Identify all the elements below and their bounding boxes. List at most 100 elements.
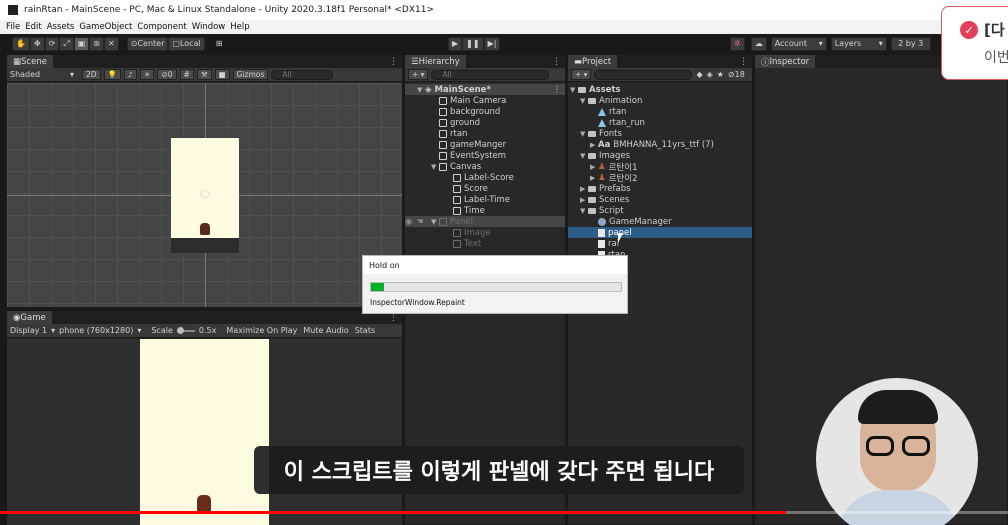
grid-snap-icon[interactable]: ⊞ [213, 37, 226, 51]
project-asset-rtan-sprite-1[interactable]: ▶ ♟ 르탄이1 [568, 161, 752, 173]
shading-mode-dropdown[interactable]: Shaded [10, 70, 70, 79]
cloud-icon[interactable]: ☁ [750, 36, 767, 51]
panel-menu-icon[interactable]: ⋮ [739, 57, 748, 67]
project-folder-script[interactable]: ▼ Script [568, 205, 752, 216]
hierarchy-item-gamemanger[interactable]: gameManger [405, 139, 565, 150]
tab-scene[interactable]: ▦ Scene [7, 55, 53, 68]
mute-audio-toggle[interactable]: Mute Audio [303, 326, 348, 335]
scale-tool-icon[interactable]: ⤢ [59, 36, 74, 51]
custom-tool-icon[interactable]: ✕ [104, 36, 119, 51]
chevron-down-icon[interactable]: ▼ [570, 86, 578, 94]
panel-menu-icon[interactable]: ⋮ [389, 313, 398, 323]
menu-edit[interactable]: Edit [25, 22, 41, 32]
account-dropdown[interactable]: Account ▾ [770, 36, 827, 51]
scene-search-input[interactable]: All [271, 69, 334, 80]
favorite-icon[interactable]: ★ [717, 70, 724, 79]
pivot-center-button[interactable]: ⊙ Center [126, 36, 169, 51]
filter-type-icon[interactable]: ◆ [696, 70, 702, 79]
hierarchy-item-rtan[interactable]: rtan [405, 128, 565, 139]
display-dropdown[interactable]: Display 1 [10, 326, 47, 335]
hidden-packages-icon[interactable]: ⊘18 [728, 70, 745, 79]
transform-tool-icon[interactable]: ⊛ [89, 36, 105, 51]
audio-icon[interactable]: ♪ [123, 69, 137, 80]
project-folder-assets[interactable]: ▼ Assets [568, 84, 752, 95]
move-tool-icon[interactable]: ✥ [29, 36, 45, 51]
project-script-gamemanager[interactable]: GameManager [568, 216, 752, 227]
scale-slider[interactable] [176, 326, 195, 334]
hierarchy-item-label-score[interactable]: Label-Score [405, 172, 565, 183]
game-viewport[interactable] [7, 339, 402, 525]
layout-dropdown[interactable]: 2 by 3 [890, 36, 931, 51]
lighting-icon[interactable]: 💡 [103, 69, 121, 80]
video-progress-track[interactable] [0, 511, 1008, 514]
hierarchy-item-background[interactable]: background [405, 106, 565, 117]
pickable-hand-icon[interactable]: ☚ [416, 217, 431, 227]
chevron-right-icon[interactable]: ▶ [590, 141, 598, 149]
tab-project[interactable]: ▬ Project [568, 55, 618, 68]
hierarchy-item-main-camera[interactable]: Main Camera [405, 95, 565, 106]
project-folder-scenes[interactable]: ▶ Scenes [568, 194, 752, 205]
project-asset-rtan-run[interactable]: rtan_run [568, 117, 752, 128]
notification-toast[interactable]: ✓ [다 이번 [941, 6, 1008, 80]
project-asset-font[interactable]: ▶ Aa BMHANNA_11yrs_ttf (7) [568, 139, 752, 150]
project-script-panel[interactable]: panel [568, 227, 752, 238]
hierarchy-item-score[interactable]: Score [405, 183, 565, 194]
project-folder-animation[interactable]: ▼ Animation [568, 95, 752, 106]
more-icon[interactable]: ⋮ [553, 85, 562, 95]
panel-menu-icon[interactable]: ⋮ [389, 57, 398, 67]
hierarchy-item-text[interactable]: Text [405, 238, 565, 249]
chevron-right-icon[interactable]: ▶ [590, 163, 598, 171]
hierarchy-item-canvas[interactable]: ▼ Canvas [405, 161, 565, 172]
rotate-tool-icon[interactable]: ⟳ [44, 36, 60, 51]
slider-handle[interactable] [176, 326, 184, 334]
project-search-input[interactable] [594, 69, 693, 80]
hierarchy-search-input[interactable]: All [431, 69, 550, 80]
hierarchy-item-label-time[interactable]: Label-Time [405, 194, 565, 205]
chevron-right-icon[interactable]: ▶ [580, 185, 588, 193]
gizmos-dropdown[interactable]: Gizmos [232, 69, 269, 80]
menu-window[interactable]: Window [192, 22, 226, 32]
mode-2d-toggle[interactable]: 2D [82, 69, 101, 80]
panel-menu-icon[interactable]: ⋮ [552, 57, 561, 67]
chevron-down-icon[interactable]: ▼ [580, 130, 588, 138]
chevron-down-icon[interactable]: ▼ [431, 163, 439, 171]
hierarchy-item-time[interactable]: Time [405, 205, 565, 216]
add-object-button[interactable]: + ▾ [408, 69, 429, 80]
scene-root-row[interactable]: ▼ ◈ MainScene* ⋮ [405, 84, 565, 95]
layers-dropdown[interactable]: Layers ▾ [830, 36, 887, 51]
hierarchy-item-ground[interactable]: ground [405, 117, 565, 128]
resolution-dropdown[interactable]: phone (760x1280) [59, 326, 133, 335]
pause-button[interactable]: ❚❚ [462, 36, 484, 51]
visibility-eye-icon[interactable]: ◉ [405, 217, 416, 227]
chevron-down-icon[interactable]: ▼ [580, 152, 588, 160]
filter-label-icon[interactable]: ◈ [707, 70, 713, 79]
menu-gameobject[interactable]: GameObject [79, 22, 132, 32]
menu-component[interactable]: Component [137, 22, 186, 32]
effects-icon[interactable]: ☀ [139, 69, 155, 80]
camera-icon[interactable]: ■ [214, 69, 230, 80]
tab-hierarchy[interactable]: ☰ Hierarchy [405, 55, 466, 68]
project-folder-images[interactable]: ▼ Images [568, 150, 752, 161]
play-button[interactable]: ▶ [448, 36, 463, 51]
grid-icon[interactable]: # [179, 69, 194, 80]
tools-icon[interactable]: ⚒ [196, 69, 212, 80]
hand-tool-icon[interactable]: ✋ [12, 36, 30, 51]
menu-help[interactable]: Help [230, 22, 249, 32]
chevron-down-icon[interactable]: ▼ [580, 207, 588, 215]
project-asset-rtan-sprite-2[interactable]: ▶ ♟ 르탄이2 [568, 172, 752, 184]
visibility-icon[interactable]: ⊘ 0 [157, 69, 177, 80]
project-folder-prefabs[interactable]: ▶ Prefabs [568, 183, 752, 194]
menu-assets[interactable]: Assets [47, 22, 75, 32]
rect-tool-icon[interactable]: ▣ [73, 36, 90, 51]
chevron-right-icon[interactable]: ▶ [580, 196, 588, 204]
tab-inspector[interactable]: ⓘ Inspector [755, 55, 816, 68]
step-button[interactable]: ▶| [483, 36, 501, 51]
pivot-local-button[interactable]: ▢ Local [168, 36, 205, 51]
project-asset-rtan-anim[interactable]: rtan [568, 106, 752, 117]
chevron-down-icon[interactable]: ▼ [431, 218, 439, 226]
chevron-right-icon[interactable]: ▶ [590, 174, 598, 182]
project-script-rain[interactable]: rai [568, 238, 752, 249]
project-folder-fonts[interactable]: ▼ Fonts [568, 128, 752, 139]
menu-file[interactable]: File [6, 22, 20, 32]
tab-game[interactable]: ◉ Game [7, 311, 52, 324]
